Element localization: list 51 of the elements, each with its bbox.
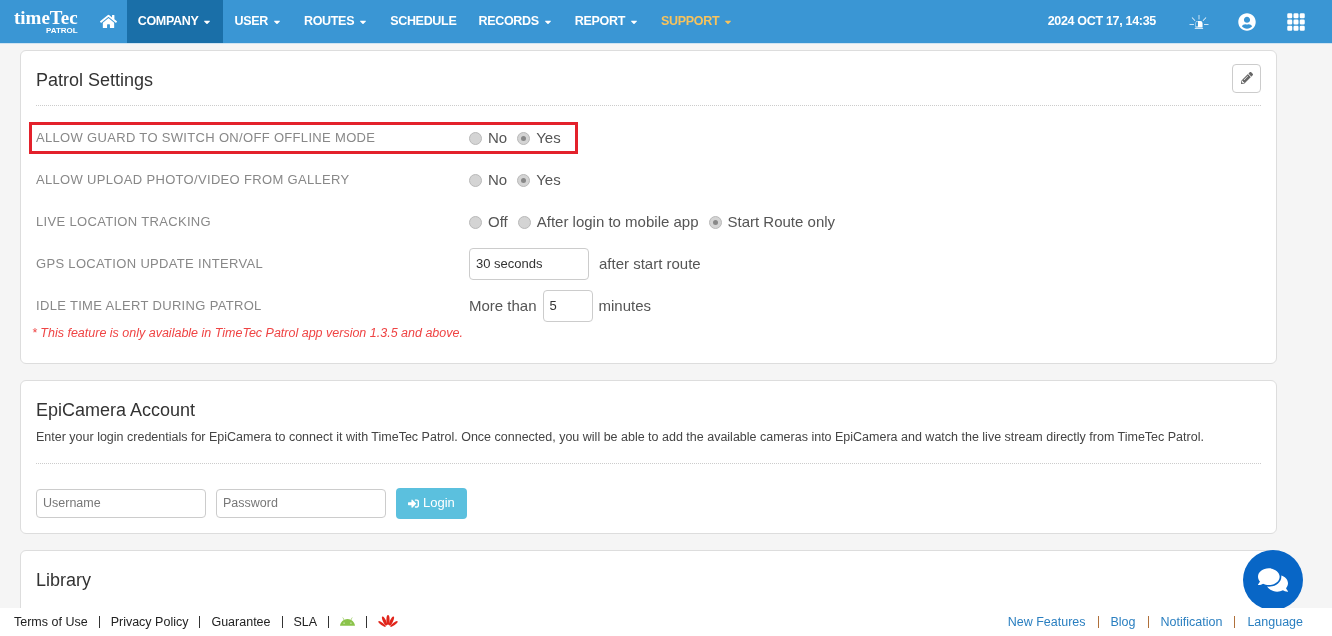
interval-select[interactable]: 30 seconds bbox=[469, 248, 589, 280]
card-description: Enter your login credentials for EpiCamera to connect it with TimeTec Patrol. Once connected, you will be able to add the available cameras into EpiCamera and watch the live stream directly from TimeTec Patrol. bbox=[36, 427, 1261, 464]
logo-subtitle: PATROL bbox=[45, 27, 78, 35]
footer-link[interactable]: Terms of Use bbox=[14, 612, 88, 632]
suffix-text: minutes bbox=[598, 295, 652, 316]
nav-menu-item[interactable]: COMPANY bbox=[126, 0, 224, 43]
radio-button[interactable] bbox=[469, 131, 482, 145]
card-title: Patrol Settings bbox=[36, 68, 154, 92]
apps-grid-icon[interactable] bbox=[1286, 11, 1306, 32]
setting-label: ALLOW UPLOAD PHOTO/VIDEO FROM GALLERY bbox=[36, 171, 351, 190]
radio-option[interactable]: No bbox=[469, 168, 508, 192]
setting-label: IDLE TIME ALERT DURING PATROL bbox=[36, 297, 263, 316]
radio-button[interactable] bbox=[517, 173, 531, 187]
home-icon[interactable] bbox=[99, 13, 117, 30]
username-field[interactable]: Username bbox=[36, 488, 206, 518]
radio-option[interactable]: Start Route only bbox=[708, 210, 836, 234]
footer-link[interactable]: Privacy Policy bbox=[110, 612, 189, 632]
footer-link[interactable]: Blog bbox=[1110, 612, 1136, 632]
radio-button[interactable] bbox=[517, 215, 531, 229]
date-time: 2024 OCT 17, 14:35 bbox=[1047, 13, 1156, 31]
radio-button[interactable] bbox=[469, 173, 482, 187]
card-title: Library bbox=[36, 568, 93, 592]
radio-option[interactable]: Off bbox=[469, 210, 508, 234]
suffix-text: after start route bbox=[599, 253, 701, 274]
radio-option[interactable]: No bbox=[469, 126, 508, 150]
radio-option[interactable]: After login to mobile app bbox=[517, 210, 699, 234]
footer-link[interactable]: New Features bbox=[1007, 612, 1086, 632]
prefix-text: More than bbox=[469, 295, 537, 316]
minutes-input[interactable]: 5 bbox=[542, 290, 593, 322]
feature-note: * This feature is only available in TimeTec Patrol app version 1.3.5 and above. bbox=[32, 325, 464, 342]
setting-label: GPS LOCATION UPDATE INTERVAL bbox=[36, 255, 264, 274]
flower-logo-icon[interactable] bbox=[378, 615, 399, 629]
user-profile-icon[interactable] bbox=[1238, 12, 1256, 31]
logo-text: timeTec bbox=[14, 8, 78, 27]
sign-in-icon bbox=[408, 497, 419, 509]
card-title: EpiCamera Account bbox=[36, 398, 197, 422]
radio-button[interactable] bbox=[708, 215, 722, 229]
radio-button[interactable] bbox=[517, 131, 531, 145]
password-field[interactable]: Password bbox=[216, 488, 386, 518]
setting-label: ALLOW GUARD TO SWITCH ON/OFF OFFLINE MODE bbox=[36, 129, 377, 148]
footer-link[interactable]: SLA bbox=[293, 612, 318, 632]
footer-link[interactable]: Notification bbox=[1160, 612, 1223, 632]
edit-button[interactable] bbox=[1232, 63, 1261, 93]
setting-label: LIVE LOCATION TRACKING bbox=[36, 213, 212, 232]
radio-option[interactable]: Yes bbox=[517, 168, 561, 192]
pencil-icon bbox=[1240, 72, 1253, 84]
footer-link[interactable]: Language bbox=[1247, 612, 1303, 632]
footer-link[interactable]: Guarantee bbox=[211, 612, 271, 632]
radio-option[interactable]: Yes bbox=[517, 126, 561, 150]
radio-button[interactable] bbox=[469, 215, 482, 229]
chat-icon bbox=[1258, 565, 1288, 595]
